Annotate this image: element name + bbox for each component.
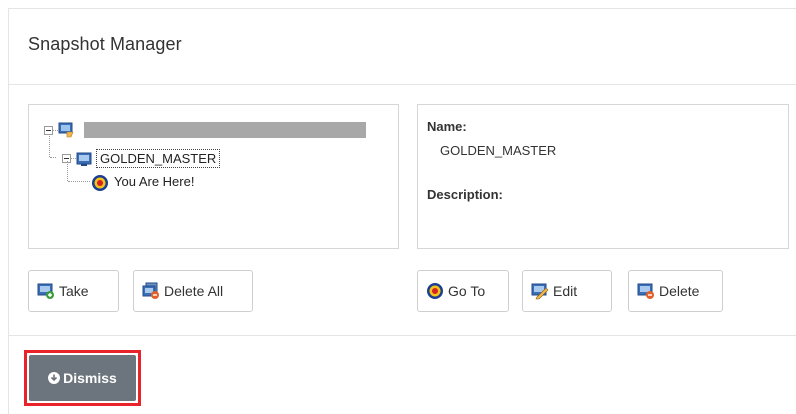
current-state-icon xyxy=(91,174,108,191)
dismiss-button[interactable]: Dismiss xyxy=(29,355,136,401)
tree-node-current[interactable]: You Are Here! xyxy=(91,173,197,191)
tree-connector xyxy=(67,161,68,181)
dismiss-button-label: Dismiss xyxy=(63,370,117,386)
tree-connector xyxy=(68,181,90,182)
take-button[interactable]: Take xyxy=(28,270,119,312)
snapshot-label[interactable]: GOLDEN_MASTER xyxy=(96,149,221,168)
name-label: Name: xyxy=(427,119,467,134)
edit-button-label: Edit xyxy=(553,283,578,299)
redacted-vm-name xyxy=(84,122,366,138)
current-state-label[interactable]: You Are Here! xyxy=(111,173,197,190)
tree-node-snapshot[interactable]: GOLDEN_MASTER xyxy=(62,149,221,168)
dialog-header: Snapshot Manager xyxy=(9,9,796,85)
tree-connector xyxy=(50,157,56,158)
description-label: Description: xyxy=(427,187,503,202)
dialog-title: Snapshot Manager xyxy=(28,34,182,54)
go-to-icon xyxy=(426,282,444,300)
edit-icon xyxy=(531,282,549,300)
take-button-label: Take xyxy=(59,283,89,299)
delete-all-button[interactable]: Delete All xyxy=(133,270,253,312)
delete-button[interactable]: Delete xyxy=(628,270,723,312)
name-value: GOLDEN_MASTER xyxy=(440,143,557,158)
delete-button-label: Delete xyxy=(659,283,700,299)
edit-button[interactable]: Edit xyxy=(522,270,612,312)
snapshot-manager-dialog: Snapshot Manager GOLDEN_MASTER You Are H… xyxy=(8,8,796,414)
vm-icon xyxy=(58,122,74,138)
tree-node-root[interactable] xyxy=(44,122,366,138)
tree-connector xyxy=(49,134,50,157)
take-snapshot-icon xyxy=(37,282,55,300)
go-to-button-label: Go To xyxy=(448,283,486,299)
footer-divider xyxy=(9,335,796,336)
snapshot-icon xyxy=(76,151,92,167)
snapshot-tree: GOLDEN_MASTER You Are Here! xyxy=(28,104,399,249)
delete-all-icon xyxy=(142,282,160,300)
delete-snapshot-icon xyxy=(637,282,655,300)
arrow-down-circle-icon xyxy=(48,372,61,384)
delete-all-button-label: Delete All xyxy=(164,283,224,299)
snapshot-details: Name: GOLDEN_MASTER Description: xyxy=(417,104,789,249)
go-to-button[interactable]: Go To xyxy=(417,270,509,312)
